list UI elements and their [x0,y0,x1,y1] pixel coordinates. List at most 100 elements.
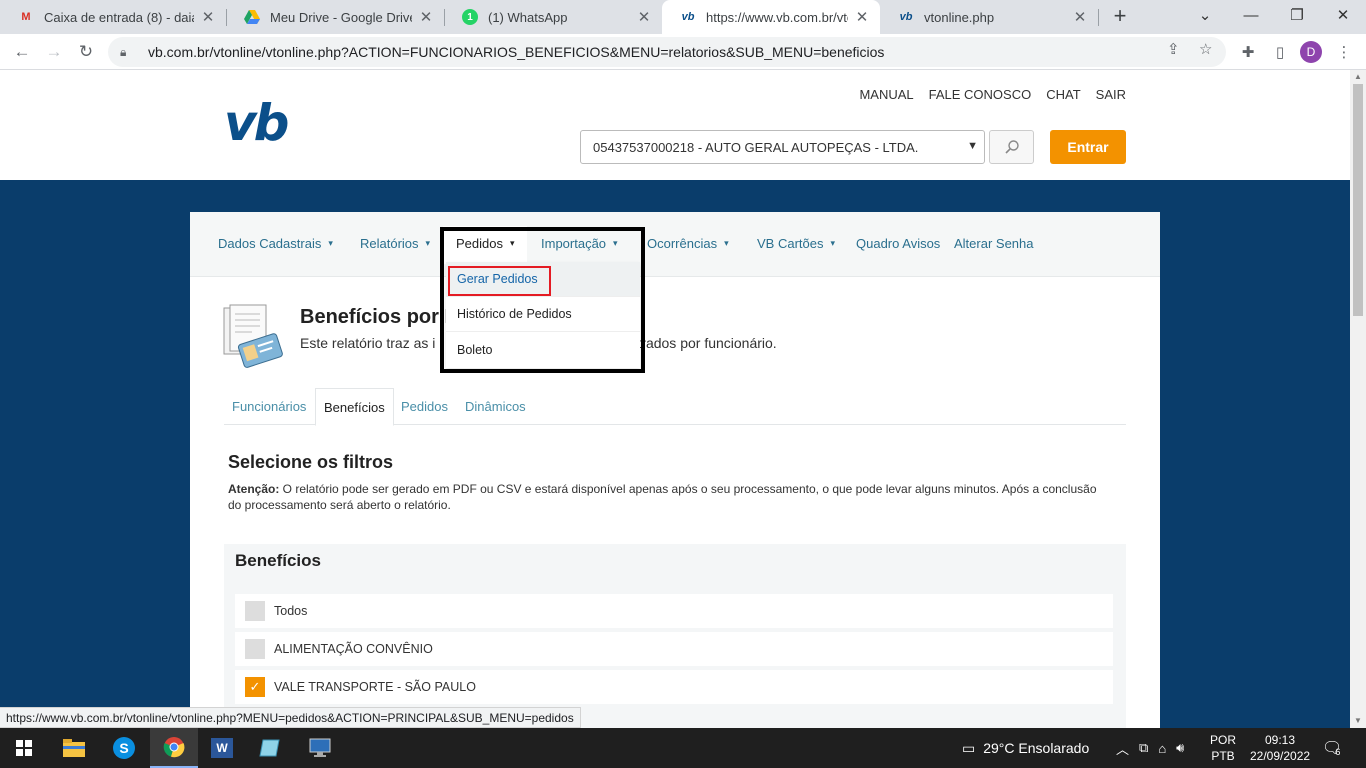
avatar[interactable]: D [1300,41,1322,63]
dropdown-gerar-pedidos[interactable]: Gerar Pedidos [446,262,640,297]
tab-funcionarios[interactable]: Funcionários [224,388,314,425]
main-menu: Dados Cadastrais ▾ Relatórios ▾ Pedidos ▾ I… [190,212,1160,277]
menu-importacao[interactable]: Importação ▾ [541,236,618,251]
tab-title: (1) WhatsApp [488,9,568,25]
browser-toolbar: ← → ↻ 🔒︎ vb.com.br/vtonline/vtonline.php… [0,34,1366,70]
browser-tab-vtonline[interactable]: vb vtonline.php ✕ [880,0,1098,34]
extensions-icon[interactable]: ✚ [1238,42,1258,62]
page-scrollbar[interactable]: ▲ ▼ [1350,70,1366,728]
dropdown-boleto[interactable]: Boleto [446,332,640,367]
company-select[interactable]: 05437537000218 - AUTO GERAL AUTOPEÇAS - … [580,130,985,164]
language-indicator[interactable]: POR PTB [1210,732,1236,764]
share-icon[interactable]: ⇪ [1167,40,1180,58]
scroll-down-icon[interactable]: ▼ [1350,714,1366,728]
benefit-row-todos[interactable]: Todos [235,594,1113,628]
enter-button[interactable]: Entrar [1050,130,1126,164]
file-explorer-icon[interactable] [50,728,98,768]
tab-title: Meu Drive - Google Drive [270,9,412,25]
status-url-bubble: https://www.vb.com.br/vtonline/vtonline.… [0,707,581,728]
tab-search-chevron-icon[interactable]: ⌄ [1182,0,1228,30]
close-icon[interactable]: ✕ [854,8,870,26]
scroll-up-icon[interactable]: ▲ [1350,70,1366,84]
pedidos-dropdown: Gerar Pedidos Histórico de Pedidos Bolet… [446,262,640,368]
menu-pedidos[interactable]: Pedidos ▾ [456,236,515,251]
checkbox[interactable] [245,639,265,659]
back-arrow-icon[interactable]: ← [8,38,36,66]
search-icon [1004,140,1019,154]
chevron-down-icon: ▾ [509,238,515,248]
scroll-thumb[interactable] [1353,84,1363,316]
chevron-down-icon: ▼ [967,140,978,152]
app-icon[interactable] [246,728,294,768]
network-icon[interactable]: ⧉ [1139,740,1148,756]
word-icon[interactable]: W [198,728,246,768]
menu-alterar-senha[interactable]: Alterar Senha [954,236,1034,251]
close-icon[interactable]: ✕ [1072,8,1088,26]
close-window-button[interactable]: ✕ [1320,0,1366,30]
tab-pedidos[interactable]: Pedidos [393,388,456,425]
close-icon[interactable]: ✕ [200,8,216,26]
site-header: vb MANUAL FALE CONOSCO CHAT SAIR 0543753… [0,70,1350,180]
windows-taskbar: S W ▭ 29°C Ensolarado ︿ ⧉ ⌂ 🔊︎ POR PTB 0… [0,728,1366,768]
link-manual[interactable]: MANUAL [859,87,913,102]
report-document-icon [223,304,283,368]
vb-logo[interactable]: vb [224,98,289,148]
menu-ocorrencias[interactable]: Ocorrências ▾ [647,236,729,251]
search-button[interactable] [989,130,1034,164]
more-menu-icon[interactable]: ⋮ [1334,42,1354,62]
benefits-title: Benefícios [235,551,321,570]
forward-arrow-icon[interactable]: → [40,38,68,66]
bookmark-star-icon[interactable]: ☆ [1199,40,1212,58]
filters-title: Selecione os filtros [228,452,394,472]
close-icon[interactable]: ✕ [418,8,434,26]
link-chat[interactable]: CHAT [1046,87,1080,102]
reload-icon[interactable]: ↻ [72,38,100,66]
chevron-down-icon: ▾ [830,238,836,248]
browser-tab-drive[interactable]: Meu Drive - Google Drive ✕ [226,0,444,34]
checkbox[interactable] [245,601,265,621]
chevron-down-icon: ▾ [425,238,431,248]
browser-tab-whatsapp[interactable]: 1 (1) WhatsApp ✕ [444,0,662,34]
volume-icon[interactable]: 🔊︎ [1176,740,1184,756]
tray-chevron-icon[interactable]: ︿ [1116,739,1129,758]
attention-note: Atenção: O relatório pode ser gerado em … [228,482,1097,512]
minimize-button[interactable]: — [1228,0,1274,30]
new-tab-button[interactable]: + [1108,5,1132,29]
close-icon[interactable]: ✕ [636,8,652,26]
gmail-icon: M [21,11,31,23]
remote-desktop-icon[interactable] [296,728,344,768]
skype-icon[interactable]: S [100,728,148,768]
link-sair[interactable]: SAIR [1096,87,1126,102]
clock[interactable]: 09:13 22/09/2022 [1250,732,1310,764]
chrome-icon[interactable] [150,728,198,768]
wifi-icon[interactable]: ⌂ [1158,741,1166,756]
benefits-panel: Benefícios Todos ALIMENTAÇÃO CONVÊNIO ✓ … [224,544,1126,728]
restore-button[interactable]: ❐ [1274,0,1320,30]
notifications-icon[interactable]: 🗨︎ 6 [1322,728,1342,768]
menu-quadro-avisos[interactable]: Quadro Avisos [856,236,940,251]
chevron-down-icon: ▾ [328,238,333,248]
menu-vb-cartoes[interactable]: VB Cartões ▾ [757,236,835,251]
link-fale-conosco[interactable]: FALE CONOSCO [929,87,1032,102]
tab-title: Caixa de entrada (8) - daiane [44,9,194,25]
windows-start-icon[interactable] [0,728,48,768]
page-title: Benefícios por F [300,306,457,328]
menu-relatorios[interactable]: Relatórios ▾ [360,236,430,251]
lock-icon: 🔒︎ [120,44,127,59]
address-bar[interactable]: 🔒︎ vb.com.br/vtonline/vtonline.php?ACTIO… [108,37,1226,67]
tab-beneficios[interactable]: Benefícios [315,388,394,426]
content-card: Dados Cadastrais ▾ Relatórios ▾ Pedidos ▾ I… [190,212,1160,728]
dropdown-historico-pedidos[interactable]: Histórico de Pedidos [446,297,640,332]
weather-icon: ▭ [962,739,976,756]
checkbox-checked[interactable]: ✓ [245,677,265,697]
benefit-row-vale-transporte[interactable]: ✓ VALE TRANSPORTE - SÃO PAULO [235,670,1113,704]
browser-tab-vb-active[interactable]: vb https://www.vb.com.br/vtonl ✕ [662,0,880,34]
tab-dinamicos[interactable]: Dinâmicos [457,388,534,425]
header-links: MANUAL FALE CONOSCO CHAT SAIR [859,87,1126,102]
vb-icon: vb [681,11,695,23]
menu-dados-cadastrais[interactable]: Dados Cadastrais ▾ [218,236,333,251]
weather-widget[interactable]: ▭ 29°C Ensolarado [962,728,1089,768]
benefit-row-alimentacao[interactable]: ALIMENTAÇÃO CONVÊNIO [235,632,1113,666]
side-panel-icon[interactable]: ▯ [1270,42,1290,62]
browser-tab-gmail[interactable]: M Caixa de entrada (8) - daiane ✕ [0,0,226,34]
